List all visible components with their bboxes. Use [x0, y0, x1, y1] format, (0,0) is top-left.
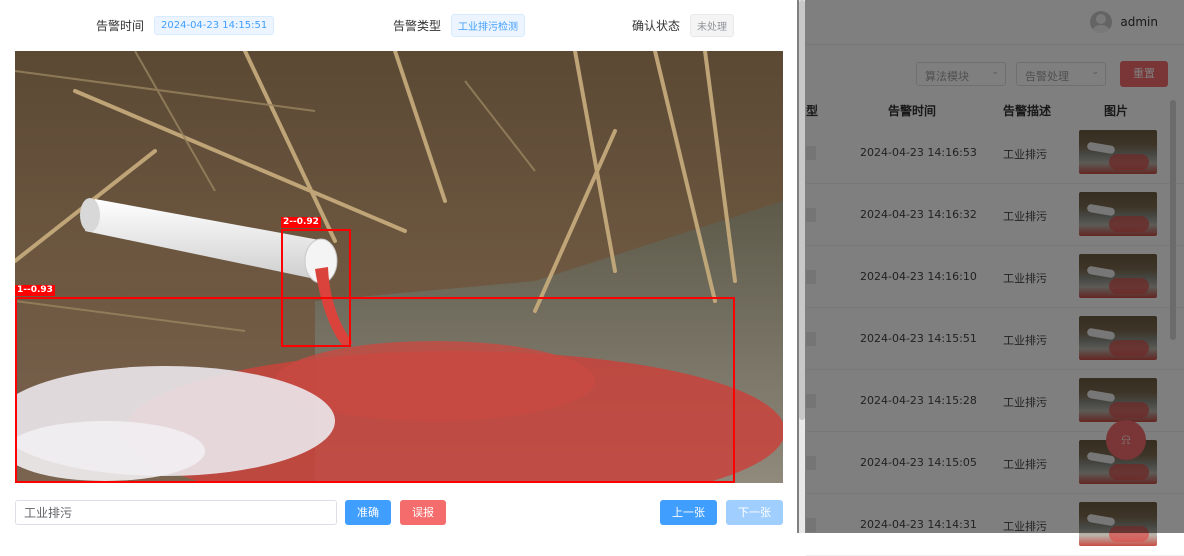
alarm-type-label: 告警类型 [393, 18, 442, 33]
alarm-detail-dialog: 告警时间 2024-04-23 14:15:51 告警类型 工业排污检测 确认状… [0, 0, 797, 533]
alarm-time-label: 告警时间 [96, 18, 145, 33]
alarm-type-tag: 工业排污检测 [451, 13, 526, 37]
alarm-time-field: 告警时间 2024-04-23 14:15:51 [96, 14, 275, 36]
alarm-photo: 1--0.93 2--0.92 [15, 51, 783, 483]
alarm-time-tag: 2024-04-23 14:15:51 [154, 15, 275, 35]
false-alarm-button[interactable]: 误报 [400, 500, 446, 525]
detection-label: 2--0.92 [281, 217, 321, 228]
next-button[interactable]: 下一张 [726, 500, 783, 525]
confirm-status-label: 确认状态 [632, 18, 681, 33]
confirm-status-tag: 未处理 [690, 13, 735, 37]
prev-button[interactable]: 上一张 [660, 500, 717, 525]
correct-button[interactable]: 准确 [345, 500, 391, 525]
description-input[interactable] [15, 500, 337, 525]
confirm-status-field: 确认状态 未处理 [632, 13, 735, 37]
alarm-type-field: 告警类型 工业排污检测 [393, 13, 526, 37]
detection-box [15, 297, 735, 483]
dialog-scrollbar[interactable] [799, 0, 805, 533]
detection-box [281, 229, 351, 347]
detection-label: 1--0.93 [15, 285, 55, 296]
